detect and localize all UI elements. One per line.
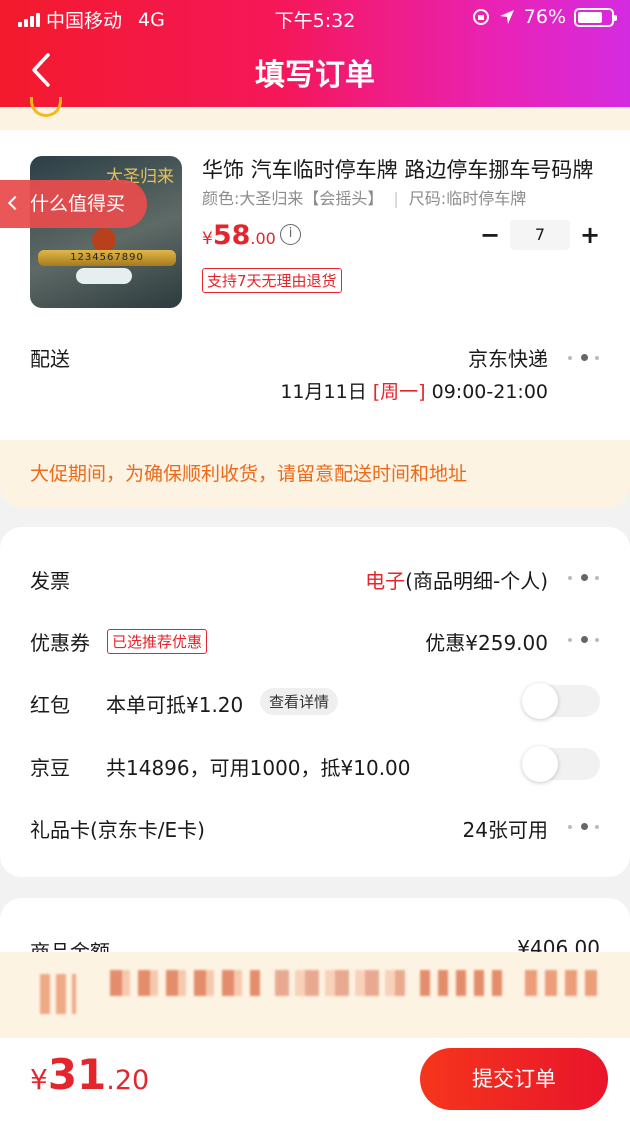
product-price: ¥58.00 xyxy=(202,220,276,251)
product-title[interactable]: 华饰 汽车临时停车牌 路边停车挪车号码牌 xyxy=(202,154,602,184)
invoice-value: 电子(商品明细-个人) xyxy=(365,565,548,594)
shipping-weekday: [周一] xyxy=(372,381,426,403)
coupon-row[interactable]: 优惠券 已选推荐优惠 优惠¥259.00 xyxy=(30,621,600,661)
invoice-row[interactable]: 发票 电子(商品明细-个人) xyxy=(30,559,600,599)
toggle-knob xyxy=(522,746,558,782)
shipping-time[interactable]: 11月11日 [周一] 09:00-21:00 xyxy=(280,377,548,404)
address-icon xyxy=(30,97,62,117)
quantity-input[interactable]: 7 xyxy=(510,220,570,250)
shipping-label: 配送 xyxy=(30,347,70,371)
toggle-knob xyxy=(522,683,558,719)
parking-plate: 1234567890 xyxy=(38,250,176,266)
jingdou-row: 京豆 共14896，可用1000，抵¥10.00 xyxy=(30,746,600,786)
view-details-button[interactable]: 查看详情 xyxy=(260,688,339,715)
total-symbol: ¥ xyxy=(30,1063,48,1096)
coupon-value: 优惠¥259.00 xyxy=(425,631,548,655)
total-dec: .20 xyxy=(106,1065,150,1096)
pixelated-text xyxy=(525,970,605,996)
float-tag-label: 什么值得买 xyxy=(30,193,126,215)
order-options-card: 发票 电子(商品明细-个人) 优惠券 已选推荐优惠 优惠¥259.00 红包 本… xyxy=(0,527,630,877)
more-icon[interactable] xyxy=(568,823,600,832)
coupon-label: 优惠券 xyxy=(30,631,90,655)
checkout-bar: ¥31.20 提交订单 xyxy=(0,1038,630,1121)
product-image[interactable]: 大圣归来 1234567890 xyxy=(30,156,182,308)
gift-card-label: 礼品卡(京东卡/E卡) xyxy=(30,818,205,842)
product-card: 大圣归来 1234567890 华饰 汽车临时停车牌 路边停车挪车号码牌 颜色:… xyxy=(0,130,630,440)
invoice-detail: (商品明细-个人) xyxy=(405,569,548,593)
red-packet-label: 红包 xyxy=(30,693,70,717)
jingdou-desc: 共14896，可用1000，抵¥10.00 xyxy=(106,756,411,780)
decrease-button[interactable]: − xyxy=(478,221,502,249)
promo-notice: 大促期间，为确保顺利收货，请留意配送时间和地址 xyxy=(0,440,630,508)
price-symbol: ¥ xyxy=(202,229,213,249)
total-price: ¥31.20 xyxy=(30,1050,149,1099)
shipping-date: 11月11日 xyxy=(280,381,367,403)
pixelated-text xyxy=(40,974,76,1014)
product-color: 颜色:大圣归来【会摇头】 xyxy=(202,189,384,208)
red-packet-toggle[interactable] xyxy=(522,683,600,719)
pixelated-text xyxy=(110,970,260,996)
returns-badge: 支持7天无理由退货 xyxy=(202,268,342,293)
gift-card-row[interactable]: 礼品卡(京东卡/E卡) 24张可用 xyxy=(30,808,600,848)
battery-icon xyxy=(574,7,617,27)
page-title: 填写订单 xyxy=(255,58,375,93)
battery-percent: 76% xyxy=(523,6,566,28)
pixelated-notice xyxy=(0,952,630,1038)
location-icon xyxy=(499,10,514,24)
red-packet-desc: 本单可抵¥1.20 xyxy=(106,693,244,717)
more-icon[interactable] xyxy=(568,354,600,363)
submit-order-button[interactable]: 提交订单 xyxy=(420,1048,608,1110)
pixelated-text xyxy=(420,970,510,996)
jingdou-label: 京豆 xyxy=(30,756,70,780)
chevron-left-icon xyxy=(7,195,23,211)
product-size: 尺码:临时停车牌 xyxy=(408,189,527,208)
jingdou-toggle[interactable] xyxy=(522,746,600,782)
total-int: 31 xyxy=(47,1050,107,1099)
price-dec: .00 xyxy=(250,229,276,248)
product-spec[interactable]: 颜色:大圣归来【会摇头】 | 尺码:临时停车牌 xyxy=(202,185,526,209)
cloud-base xyxy=(76,268,132,284)
more-icon[interactable] xyxy=(568,636,600,645)
shipping-method[interactable]: 京东快递 xyxy=(468,343,548,372)
header-bar: 中国移动 4G 下午5:32 76% 填写订单 xyxy=(0,0,630,107)
increase-button[interactable]: + xyxy=(578,221,602,249)
more-icon[interactable] xyxy=(568,574,600,583)
price-int: 58 xyxy=(212,220,251,251)
shipping-hours: 09:00-21:00 xyxy=(431,381,548,403)
status-bar: 中国移动 4G 下午5:32 76% xyxy=(0,4,630,32)
red-packet-row: 红包 本单可抵¥1.20 查看详情 xyxy=(30,683,600,723)
coupon-badge: 已选推荐优惠 xyxy=(107,629,208,654)
rotation-lock-icon xyxy=(472,9,489,25)
info-icon[interactable]: i xyxy=(280,224,301,245)
quantity-stepper: − 7 + xyxy=(478,220,602,250)
invoice-type: 电子 xyxy=(365,569,406,593)
pixelated-text xyxy=(275,970,405,996)
invoice-label: 发票 xyxy=(30,569,70,593)
mascot-figure xyxy=(92,228,116,252)
gift-card-value: 24张可用 xyxy=(462,818,548,842)
smzdm-float-tag[interactable]: 什么值得买 xyxy=(0,180,147,228)
address-strip xyxy=(0,97,630,129)
